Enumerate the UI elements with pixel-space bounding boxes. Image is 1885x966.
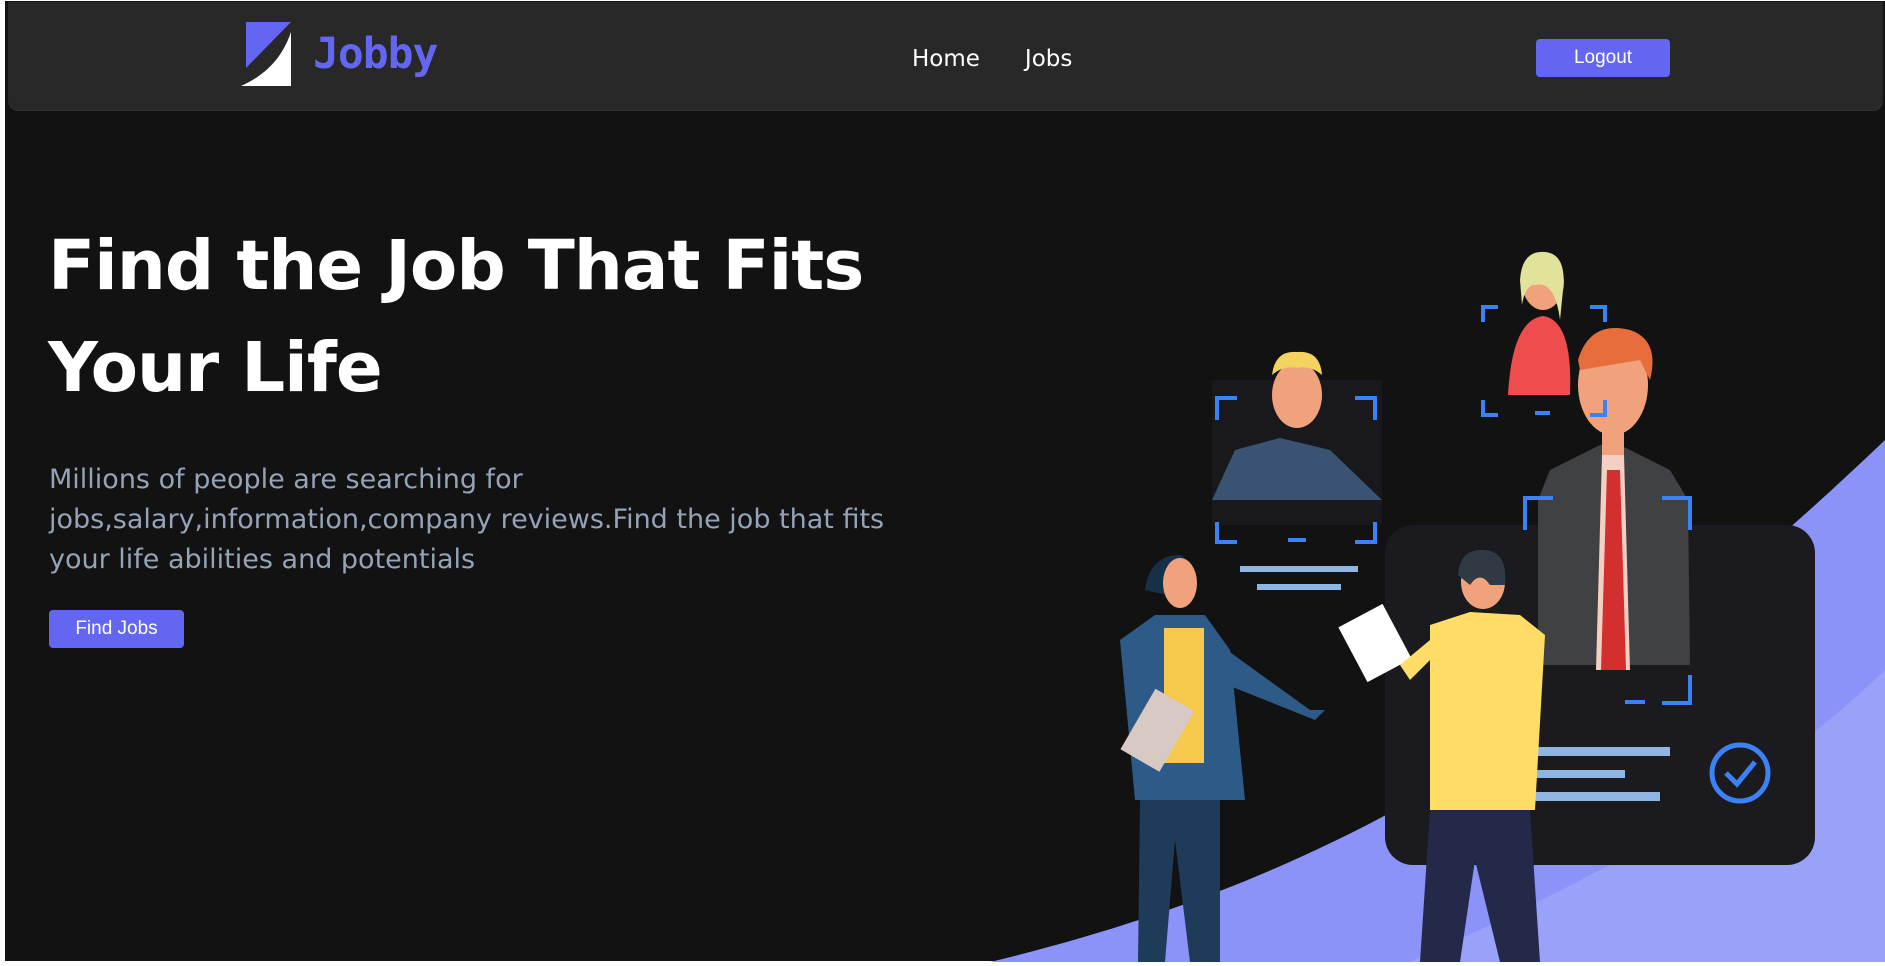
hero-title: Find the Job That Fits Your Life [48, 215, 948, 419]
woman-portrait [1508, 251, 1571, 395]
hero-title-line-2: Your Life [48, 328, 383, 408]
logo-icon [241, 22, 291, 86]
brand-name: Jobby [313, 29, 438, 79]
hero-illustration [990, 251, 1885, 962]
brand-logo-link[interactable]: Jobby [241, 22, 438, 86]
card-line [1520, 747, 1670, 756]
card-line [1520, 792, 1660, 801]
nav-jobs-link[interactable]: Jobs [1025, 46, 1072, 72]
card-line [1240, 566, 1358, 572]
nav-home-link[interactable]: Home [912, 46, 980, 72]
logout-button[interactable]: Logout [1536, 39, 1670, 77]
nav-links: Home Jobs [912, 46, 1072, 72]
hero-title-line-1: Find the Job That Fits [48, 226, 864, 306]
card-line [1257, 584, 1341, 590]
find-jobs-button[interactable]: Find Jobs [49, 610, 184, 648]
navbar: Jobby Home Jobs Logout [8, 2, 1883, 110]
hero-description: Millions of people are searching for job… [49, 464, 885, 575]
